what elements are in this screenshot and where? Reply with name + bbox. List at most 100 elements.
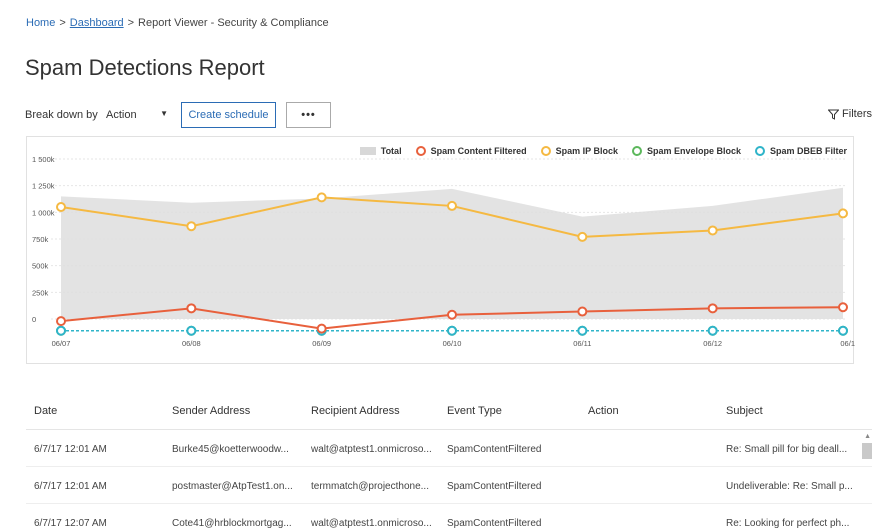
x-tick-label: 06/12 — [703, 339, 722, 348]
data-point-spam-content-filtered — [56, 316, 66, 327]
table-body: 6/7/17 12:01 AM Burke45@koetterwoodw... … — [26, 430, 872, 531]
column-header-date[interactable]: Date — [34, 405, 57, 417]
data-point-spam-content-filtered — [447, 309, 457, 320]
cell-event-type: SpamContentFiltered — [447, 518, 542, 529]
data-point-spam-ip-block — [56, 202, 66, 212]
x-tick-label: 06/10 — [443, 339, 462, 348]
legend-item-spam-envelope-block[interactable]: Spam Envelope Block — [631, 146, 741, 156]
cell-recipient: walt@atptest1.onmicroso... — [311, 444, 432, 455]
legend-label: Spam IP Block — [555, 146, 618, 156]
x-tick-label: 06/07 — [52, 339, 71, 348]
y-tick-label: 1 500k — [32, 155, 55, 164]
data-point-spam-ip-block — [707, 225, 718, 236]
cell-event-type: SpamContentFiltered — [447, 481, 542, 492]
breakdown-value: Action — [106, 109, 137, 121]
data-point-spam-ip-block — [186, 221, 197, 232]
table-row[interactable]: 6/7/17 12:01 AM Burke45@koetterwoodw... … — [26, 430, 872, 467]
breadcrumb-separator: > — [59, 17, 66, 29]
data-point-spam-dbeb-filter — [447, 325, 457, 336]
legend-label: Total — [380, 146, 402, 156]
y-tick-label: 1 000k — [32, 208, 55, 217]
data-point-spam-dbeb-filter — [56, 325, 66, 336]
cell-date: 6/7/17 12:07 AM — [34, 518, 107, 529]
more-icon: ••• — [301, 109, 316, 121]
cell-recipient: termmatch@projecthone... — [311, 481, 429, 492]
column-header-action[interactable]: Action — [588, 405, 619, 417]
legend-swatch — [540, 146, 551, 156]
cell-date: 6/7/17 12:01 AM — [34, 444, 107, 455]
legend-swatch — [631, 146, 642, 156]
cell-event-type: SpamContentFiltered — [447, 444, 542, 455]
legend-swatch — [415, 146, 426, 156]
data-point-spam-ip-block — [447, 200, 457, 211]
legend-item-spam-content-filtered[interactable]: Spam Content Filtered — [415, 146, 527, 156]
legend-label: Spam Content Filtered — [430, 146, 527, 156]
data-point-spam-content-filtered — [577, 306, 588, 317]
breadcrumb-dashboard[interactable]: Dashboard — [70, 17, 124, 29]
breadcrumb: Home > Dashboard > Report Viewer - Security … — [26, 17, 329, 29]
filters-button[interactable]: Filters — [828, 108, 872, 120]
table-row[interactable]: 6/7/17 12:01 AM postmaster@AtpTest1.on..… — [26, 467, 872, 504]
breadcrumb-current: Report Viewer - Security & Compliance — [138, 17, 329, 29]
y-tick-label: 0 — [32, 315, 36, 324]
y-tick-label: 750k — [32, 235, 49, 244]
column-header-recipient[interactable]: Recipient Address — [311, 405, 400, 417]
y-tick-label: 500k — [32, 262, 49, 271]
data-point-spam-content-filtered — [707, 303, 718, 314]
data-point-spam-dbeb-filter — [186, 325, 197, 336]
column-header-sender[interactable]: Sender Address — [172, 405, 250, 417]
toolbar: Break down by Action ▼ Create schedule •… — [25, 101, 872, 129]
scroll-up-icon[interactable]: ▲ — [864, 433, 871, 440]
data-point-spam-content-filtered — [316, 323, 327, 334]
data-point-spam-ip-block — [838, 208, 848, 219]
more-options-button[interactable]: ••• — [286, 102, 331, 128]
chevron-down-icon: ▼ — [160, 109, 168, 118]
cell-subject: Re: Small pill for big deall... — [726, 444, 848, 455]
breadcrumb-separator: > — [127, 17, 135, 29]
cell-subject: Undeliverable: Re: Small p... — [726, 481, 853, 492]
legend-item-total[interactable]: Total — [359, 146, 402, 156]
table-row[interactable]: 6/7/17 12:07 AM Cote41@hrblockmortgag...… — [26, 504, 872, 531]
cell-sender: Burke45@koetterwoodw... — [172, 444, 289, 455]
table-header: Date Sender Address Recipient Address Ev… — [26, 388, 872, 430]
column-header-subject[interactable]: Subject — [726, 405, 763, 417]
legend-item-spam-ip-block[interactable]: Spam IP Block — [540, 146, 618, 156]
filter-icon — [828, 109, 840, 120]
spam-detections-chart: 1 500k 1 250k 1 000k 750k 500k 250k 0 06/07 06/0… — [26, 136, 855, 364]
x-tick-label: 06/11 — [573, 339, 591, 348]
breadcrumb-home[interactable]: Home — [26, 17, 55, 29]
column-header-event-type[interactable]: Event Type — [447, 405, 502, 417]
breakdown-select[interactable]: Action ▼ — [102, 104, 172, 126]
legend-label: Spam DBEB Filter — [769, 146, 847, 156]
chart-canvas: 1 500k 1 250k 1 000k 750k 500k 250k 0 06/07 06/0… — [32, 155, 855, 348]
data-point-spam-dbeb-filter — [577, 325, 588, 336]
x-tick-label: 06/1 — [840, 339, 855, 348]
cell-sender: Cote41@hrblockmortgag... — [172, 518, 292, 529]
cell-subject: Re: Looking for perfect ph... — [726, 518, 850, 529]
legend-label: Spam Envelope Block — [646, 146, 741, 156]
cell-date: 6/7/17 12:01 AM — [34, 481, 107, 492]
data-point-spam-content-filtered — [186, 303, 197, 314]
data-point-spam-dbeb-filter — [707, 325, 718, 336]
create-schedule-button[interactable]: Create schedule — [181, 102, 276, 128]
data-point-spam-content-filtered — [838, 302, 848, 313]
data-point-spam-ip-block — [316, 192, 327, 203]
legend-swatch — [359, 147, 376, 155]
legend-swatch — [754, 146, 765, 156]
breakdown-label: Break down by — [25, 109, 98, 121]
y-tick-label: 250k — [32, 288, 49, 297]
table-scrollbar[interactable]: ▲ — [862, 433, 872, 519]
x-tick-label: 06/09 — [312, 339, 331, 348]
cell-recipient: walt@atptest1.onmicroso... — [311, 518, 432, 529]
y-tick-label: 1 250k — [32, 182, 55, 191]
data-point-spam-dbeb-filter — [838, 325, 848, 336]
x-tick-label: 06/08 — [182, 339, 201, 348]
detections-table: Date Sender Address Recipient Address Ev… — [26, 388, 872, 531]
data-point-spam-ip-block — [577, 231, 588, 242]
cell-sender: postmaster@AtpTest1.on... — [172, 481, 293, 492]
chart-legend: Total Spam Content Filtered Spam IP Block S… — [359, 146, 847, 156]
filters-label: Filters — [842, 108, 872, 120]
page-title: Spam Detections Report — [25, 55, 265, 80]
scrollbar-thumb[interactable] — [862, 443, 872, 459]
legend-item-spam-dbeb-filter[interactable]: Spam DBEB Filter — [754, 146, 847, 156]
